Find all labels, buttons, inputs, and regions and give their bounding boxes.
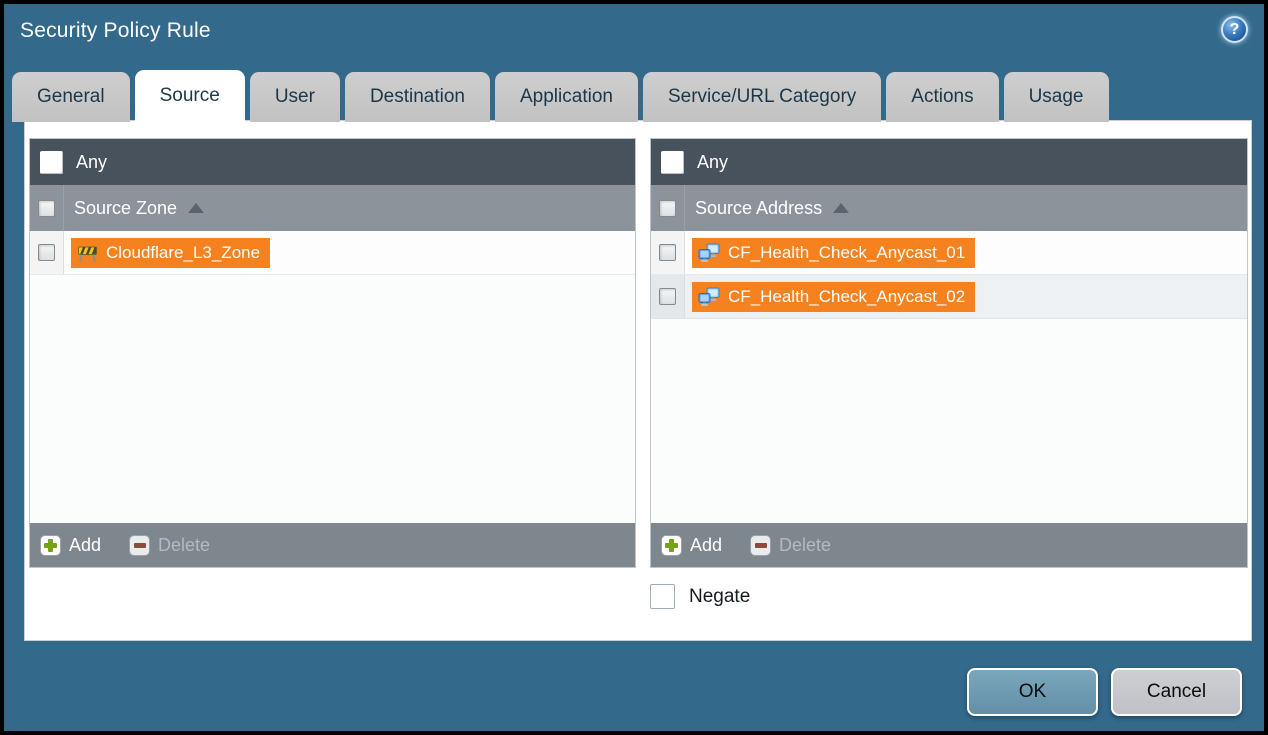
tab-actions[interactable]: Actions: [886, 72, 999, 122]
delete-button[interactable]: Delete: [779, 535, 831, 556]
source-zone-select-all-checkbox[interactable]: [38, 199, 55, 217]
address-entry-chip[interactable]: CF_Health_Check_Anycast_02: [692, 281, 976, 312]
address-entry-name: CF_Health_Check_Anycast_02: [728, 286, 966, 306]
add-button[interactable]: Add: [690, 535, 722, 556]
source-address-panel: Any Source Address CF_Health_Check_Anyca…: [650, 138, 1248, 568]
tab-bar: General Source User Destination Applicat…: [12, 70, 1109, 122]
source-address-any-label: Any: [697, 151, 729, 172]
source-address-select-all-checkbox[interactable]: [659, 199, 676, 217]
tab-destination[interactable]: Destination: [344, 72, 490, 122]
source-zone-column-header[interactable]: Source Zone: [30, 185, 635, 231]
zone-icon: [77, 244, 98, 262]
tab-usage[interactable]: Usage: [1003, 72, 1109, 122]
ok-button[interactable]: OK: [967, 668, 1098, 716]
address-icon: [698, 287, 720, 307]
row-checkbox[interactable]: [38, 244, 55, 261]
security-policy-rule-dialog: Security Policy Rule ? General Source Us…: [0, 0, 1268, 735]
address-entry-name: CF_Health_Check_Anycast_01: [728, 242, 966, 262]
source-zone-any-label: Any: [76, 151, 108, 172]
sort-ascending-icon: [188, 203, 205, 213]
add-icon[interactable]: [661, 534, 682, 556]
delete-icon[interactable]: [129, 534, 151, 556]
dialog-frame: Security Policy Rule ? General Source Us…: [4, 4, 1264, 731]
zone-entry-name: Cloudflare_L3_Zone: [106, 242, 261, 262]
sort-ascending-icon: [833, 203, 850, 213]
source-zone-panel: Any Source Zone Cloudflare_L3_Zone Add D…: [29, 138, 636, 568]
delete-icon[interactable]: [750, 534, 772, 556]
source-zone-list: Cloudflare_L3_Zone: [30, 231, 635, 523]
negate-row: Negate: [650, 584, 750, 609]
source-address-list: CF_Health_Check_Anycast_01 CF_Health_Che…: [651, 231, 1247, 523]
source-address-column-label: Source Address: [695, 197, 823, 218]
dialog-title: Security Policy Rule: [20, 19, 211, 42]
row-checkbox[interactable]: [659, 288, 676, 305]
source-zone-footer: Add Delete: [30, 523, 635, 567]
negate-label: Negate: [689, 585, 751, 607]
source-zone-column-label: Source Zone: [74, 197, 178, 218]
row-checkbox[interactable]: [659, 244, 676, 261]
table-row: CF_Health_Check_Anycast_01: [651, 231, 1247, 275]
delete-button[interactable]: Delete: [158, 535, 210, 556]
source-address-any-checkbox[interactable]: [661, 150, 684, 174]
help-icon[interactable]: ?: [1221, 16, 1248, 43]
add-button[interactable]: Add: [69, 535, 101, 556]
table-row: CF_Health_Check_Anycast_02: [651, 275, 1247, 319]
tab-user[interactable]: User: [249, 72, 340, 122]
cancel-button[interactable]: Cancel: [1111, 668, 1242, 716]
tab-application[interactable]: Application: [495, 72, 638, 122]
address-icon: [698, 243, 720, 263]
tab-general[interactable]: General: [12, 72, 130, 122]
source-address-column-header[interactable]: Source Address: [651, 185, 1247, 231]
tab-source[interactable]: Source: [134, 70, 245, 122]
source-zone-any-bar: Any: [30, 139, 635, 185]
source-zone-any-checkbox[interactable]: [40, 150, 63, 174]
zone-entry-chip[interactable]: Cloudflare_L3_Zone: [71, 237, 271, 268]
tab-service-url-category[interactable]: Service/URL Category: [642, 72, 882, 122]
add-icon[interactable]: [40, 534, 61, 556]
address-entry-chip[interactable]: CF_Health_Check_Anycast_01: [692, 237, 976, 268]
source-address-any-bar: Any: [651, 139, 1247, 185]
negate-checkbox[interactable]: [650, 584, 675, 609]
table-row: Cloudflare_L3_Zone: [30, 231, 635, 275]
source-address-footer: Add Delete: [651, 523, 1247, 567]
